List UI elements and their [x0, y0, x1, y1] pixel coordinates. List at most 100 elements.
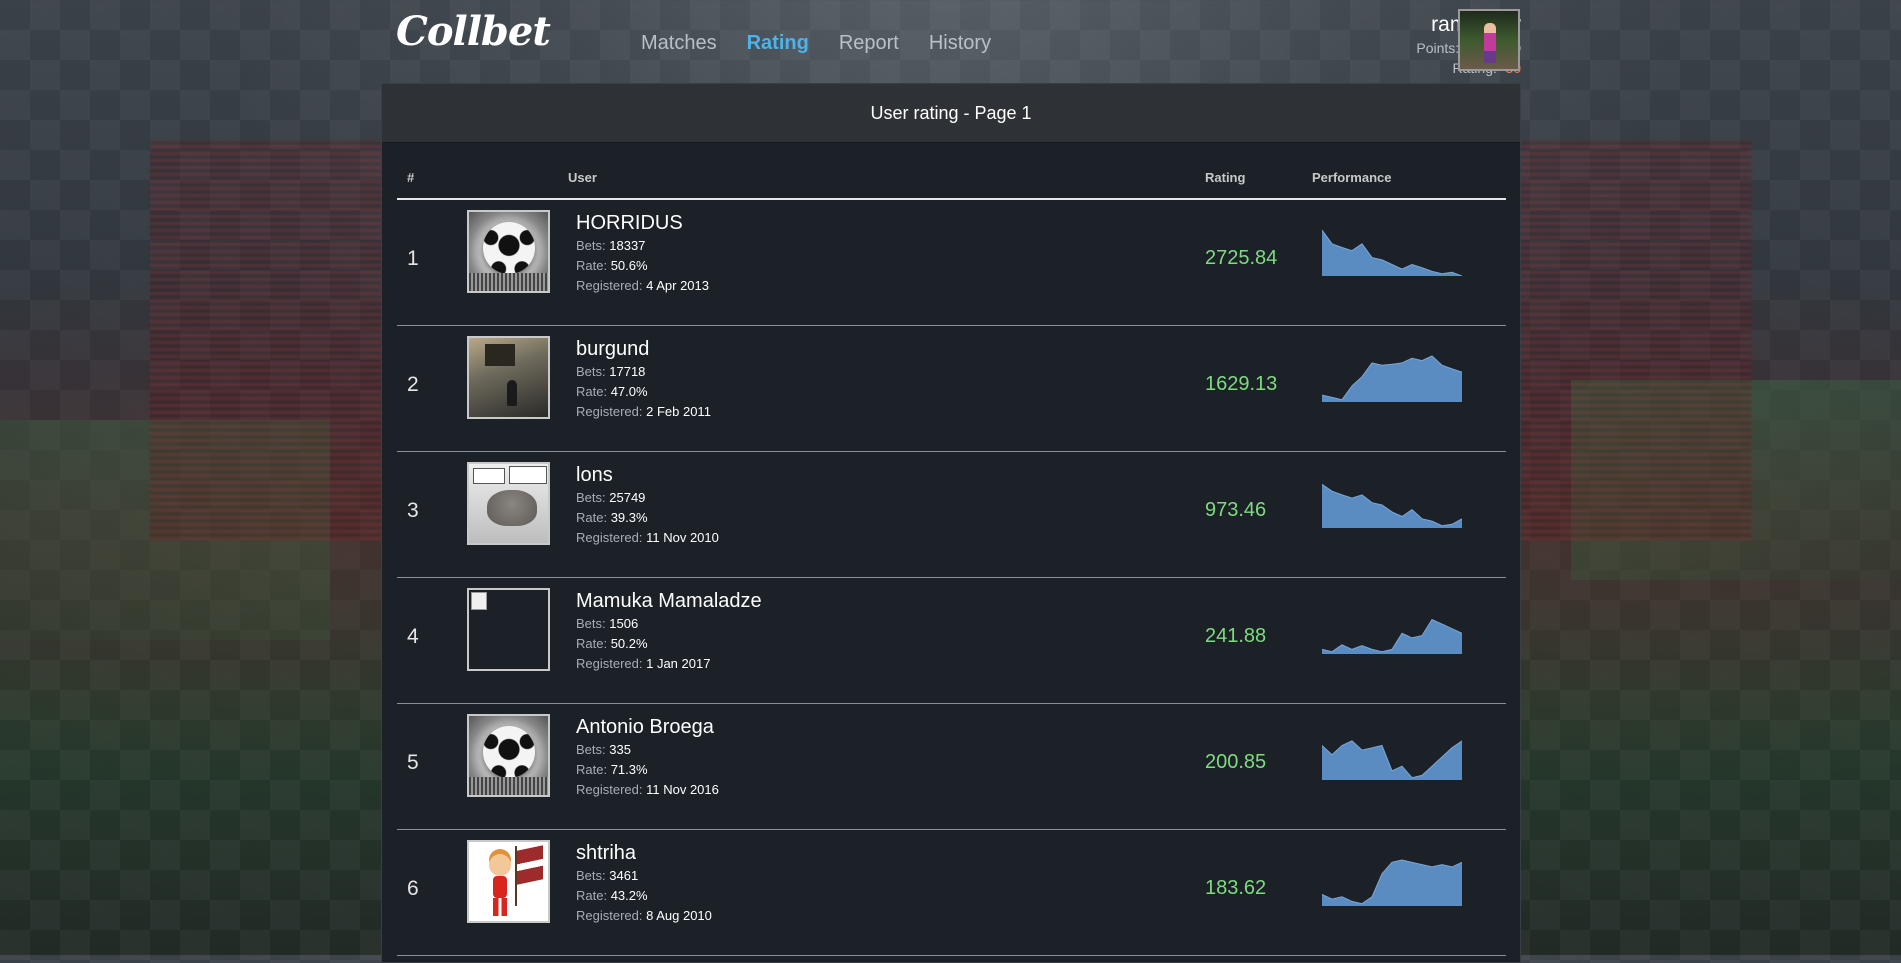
- nav-history[interactable]: History: [929, 32, 991, 55]
- user-rating-value: 2725.84: [1205, 247, 1278, 269]
- registered-label: Registered:: [576, 278, 643, 293]
- row-rank: 3: [407, 499, 419, 522]
- performance-area: [1322, 230, 1462, 276]
- user-rate: Rate: 71.3%: [576, 760, 719, 780]
- rate-value: 43.2%: [610, 888, 648, 903]
- background-stands-left: [150, 140, 390, 540]
- table-row: 6 shtriha Bets: 3461 Rate: 43.2% Registered:…: [397, 830, 1506, 956]
- rate-label: Rate:: [576, 384, 608, 399]
- app-logo[interactable]: Collbet: [396, 8, 551, 55]
- rate-value: 39.3%: [610, 510, 648, 525]
- table-row: 1 HORRIDUS Bets: 18337 Rate: 50.6% Registere…: [397, 200, 1506, 326]
- registered-label: Registered:: [576, 404, 643, 419]
- user-rate: Rate: 50.2%: [576, 634, 762, 654]
- nav-report[interactable]: Report: [839, 32, 899, 55]
- row-rank: 2: [407, 373, 419, 396]
- user-avatar[interactable]: [467, 588, 550, 671]
- user-avatar[interactable]: [467, 210, 550, 293]
- user-info: Antonio Broega Bets: 335 Rate: 71.3% Regist…: [576, 714, 719, 800]
- user-rating-value: 183.62: [1205, 877, 1267, 899]
- rate-label: Rate:: [576, 636, 608, 651]
- bets-label: Bets:: [576, 742, 606, 757]
- header-rating: Rating: [1205, 170, 1246, 185]
- user-rate: Rate: 50.6%: [576, 256, 709, 276]
- user-avatar[interactable]: [467, 462, 550, 545]
- row-rank: 5: [407, 751, 419, 774]
- user-name-link[interactable]: Mamuka Mamaladze: [576, 588, 762, 614]
- registered-value: 11 Nov 2016: [646, 782, 719, 797]
- bets-value: 17718: [609, 364, 646, 379]
- performance-sparkline: [1322, 740, 1462, 780]
- row-rank: 1: [407, 247, 419, 270]
- user-name-link[interactable]: burgund: [576, 336, 711, 362]
- table-row: 4 Mamuka Mamaladze Bets: 1506 Rate: 50.2% Re…: [397, 578, 1506, 704]
- header-performance: Performance: [1312, 170, 1392, 185]
- main-nav: Matches Rating Report History: [641, 32, 991, 55]
- user-name-link[interactable]: HORRIDUS: [576, 210, 709, 236]
- table-row: 3 lons Bets: 25749 Rate: 39.3% Registered: 1…: [397, 452, 1506, 578]
- bets-value: 25749: [609, 490, 646, 505]
- user-name-link[interactable]: shtriha: [576, 840, 712, 866]
- rating-table: # User Rating Performance 1 HORRIDUS Bets:…: [397, 158, 1506, 956]
- user-rating-value: 973.46: [1205, 499, 1267, 521]
- rate-value: 50.6%: [610, 258, 648, 273]
- bets-label: Bets:: [576, 238, 606, 253]
- table-row: 5 Antonio Broega Bets: 335 Rate: 71.3% Regis…: [397, 704, 1506, 830]
- user-rate: Rate: 39.3%: [576, 508, 719, 528]
- current-user-avatar[interactable]: [1458, 9, 1520, 71]
- user-rating-value: 1629.13: [1205, 373, 1278, 395]
- performance-sparkline: [1322, 618, 1462, 654]
- bets-label: Bets:: [576, 490, 606, 505]
- row-rank: 6: [407, 877, 419, 900]
- nav-matches[interactable]: Matches: [641, 32, 717, 55]
- user-info: shtriha Bets: 3461 Rate: 43.2% Registered: …: [576, 840, 712, 926]
- performance-sparkline: [1322, 229, 1462, 276]
- user-rate: Rate: 47.0%: [576, 382, 711, 402]
- performance-area: [1322, 740, 1462, 780]
- user-info: burgund Bets: 17718 Rate: 47.0% Registered:…: [576, 336, 711, 422]
- user-avatar[interactable]: [467, 714, 550, 797]
- user-info: lons Bets: 25749 Rate: 39.3% Registered: 11…: [576, 462, 719, 548]
- rate-value: 47.0%: [610, 384, 648, 399]
- user-name-link[interactable]: lons: [576, 462, 719, 488]
- user-bets: Bets: 3461: [576, 866, 712, 886]
- rate-value: 71.3%: [610, 762, 648, 777]
- nav-rating[interactable]: Rating: [747, 32, 809, 55]
- table-row: 2 burgund Bets: 17718 Rate: 47.0% Registered…: [397, 326, 1506, 452]
- header-user: User: [568, 170, 597, 185]
- row-rank: 4: [407, 625, 419, 648]
- user-bets: Bets: 18337: [576, 236, 709, 256]
- page-title: User rating - Page 1: [382, 84, 1520, 143]
- registered-value: 4 Apr 2013: [646, 278, 709, 293]
- bets-value: 3461: [609, 868, 639, 883]
- user-registered: Registered: 2 Feb 2011: [576, 402, 711, 422]
- performance-area: [1322, 484, 1462, 528]
- registered-value: 8 Aug 2010: [646, 908, 712, 923]
- user-registered: Registered: 1 Jan 2017: [576, 654, 762, 674]
- user-bets: Bets: 17718: [576, 362, 711, 382]
- registered-value: 11 Nov 2010: [646, 530, 719, 545]
- rating-panel: User rating - Page 1 # User Rating Perfo…: [381, 83, 1521, 963]
- performance-sparkline: [1322, 483, 1462, 528]
- bets-label: Bets:: [576, 616, 606, 631]
- user-name-link[interactable]: Antonio Broega: [576, 714, 719, 740]
- user-avatar[interactable]: [467, 840, 550, 923]
- user-rate: Rate: 43.2%: [576, 886, 712, 906]
- table-header: # User Rating Performance: [397, 158, 1506, 200]
- registered-label: Registered:: [576, 782, 643, 797]
- rate-label: Rate:: [576, 888, 608, 903]
- bets-value: 335: [609, 742, 631, 757]
- rate-label: Rate:: [576, 258, 608, 273]
- registered-value: 1 Jan 2017: [646, 656, 711, 671]
- user-avatar[interactable]: [467, 336, 550, 419]
- user-rating-value: 200.85: [1205, 751, 1267, 773]
- registered-label: Registered:: [576, 908, 643, 923]
- points-label: Points:: [1416, 40, 1460, 56]
- user-registered: Registered: 11 Nov 2016: [576, 780, 719, 800]
- user-registered: Registered: 4 Apr 2013: [576, 276, 709, 296]
- user-bets: Bets: 335: [576, 740, 719, 760]
- user-info: Mamuka Mamaladze Bets: 1506 Rate: 50.2% Reg…: [576, 588, 762, 674]
- user-registered: Registered: 8 Aug 2010: [576, 906, 712, 926]
- user-rating-value: 241.88: [1205, 625, 1267, 647]
- bets-label: Bets:: [576, 868, 606, 883]
